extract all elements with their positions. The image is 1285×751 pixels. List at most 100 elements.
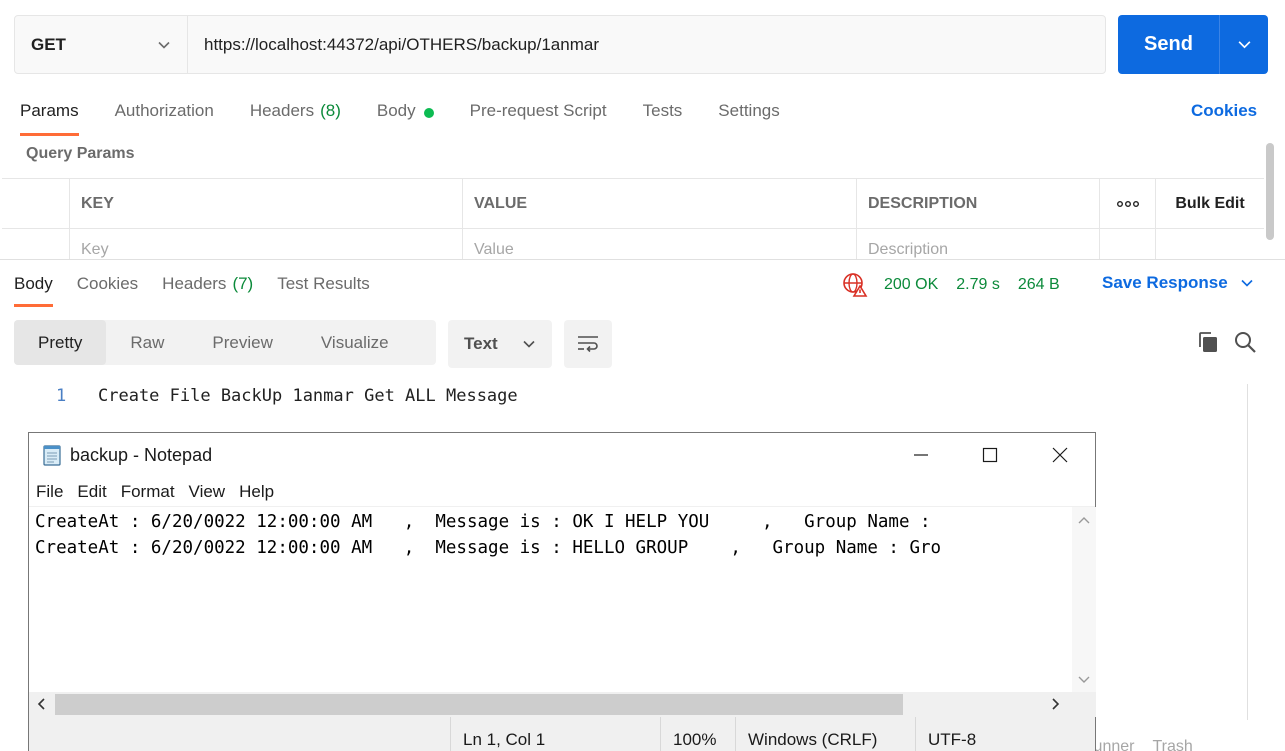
view-visualize-button[interactable]: Visualize xyxy=(297,320,413,365)
tab-test-results[interactable]: Test Results xyxy=(277,272,370,307)
response-size[interactable]: 264 B xyxy=(1018,276,1060,294)
maximize-button[interactable] xyxy=(967,433,1013,477)
response-code-line: 1 Create File BackUp 1anmar Get ALL Mess… xyxy=(56,386,518,406)
wrap-lines-icon xyxy=(578,336,598,353)
send-button[interactable]: Send xyxy=(1118,15,1220,74)
tab-tests[interactable]: Tests xyxy=(643,98,683,136)
close-button[interactable] xyxy=(1037,433,1083,477)
row-spacer xyxy=(1100,229,1156,260)
maximize-icon xyxy=(982,447,998,463)
tab-label: Body xyxy=(14,274,53,293)
response-scroll-track xyxy=(1247,384,1248,720)
headers-count: (8) xyxy=(320,101,341,120)
scroll-left-icon[interactable] xyxy=(36,698,48,710)
save-response-label: Save Response xyxy=(1102,273,1228,292)
description-input[interactable]: Description xyxy=(857,229,1100,260)
tab-authorization[interactable]: Authorization xyxy=(115,98,214,136)
search-icon[interactable] xyxy=(1233,330,1257,354)
request-scrollbar[interactable] xyxy=(1266,143,1274,240)
menu-view[interactable]: View xyxy=(189,482,226,502)
format-select-value: Text xyxy=(464,334,498,353)
more-horizontal-icon xyxy=(1116,200,1139,207)
method-label: GET xyxy=(31,34,66,54)
tab-headers[interactable]: Headers (8) xyxy=(250,98,341,136)
tab-pre-request-script[interactable]: Pre-request Script xyxy=(470,98,607,136)
tab-response-body[interactable]: Body xyxy=(14,272,53,307)
menu-help[interactable]: Help xyxy=(239,482,274,502)
tab-response-cookies[interactable]: Cookies xyxy=(77,272,138,307)
trash-button[interactable]: Trash xyxy=(1152,738,1192,751)
bulk-edit-button[interactable]: Bulk Edit xyxy=(1156,179,1264,228)
tab-label: Params xyxy=(20,101,79,120)
row-spacer xyxy=(1156,229,1264,260)
column-header-description: DESCRIPTION xyxy=(857,179,1100,228)
menu-edit[interactable]: Edit xyxy=(77,482,106,502)
menu-format[interactable]: Format xyxy=(121,482,175,502)
table-checkbox-column xyxy=(2,179,70,228)
pane-divider[interactable] xyxy=(0,259,1285,260)
scrollbar-corner xyxy=(1072,692,1096,717)
view-mode-toggle: Pretty Raw Preview Visualize xyxy=(14,320,436,365)
menu-file[interactable]: File xyxy=(36,482,63,502)
body-indicator-dot xyxy=(423,108,434,118)
view-pretty-button[interactable]: Pretty xyxy=(14,320,107,365)
value-input[interactable]: Value xyxy=(463,229,857,260)
save-response-button[interactable]: Save Response xyxy=(1102,273,1254,293)
tab-label: Authorization xyxy=(114,101,214,120)
notepad-vertical-scrollbar[interactable] xyxy=(1072,507,1096,692)
notepad-titlebar[interactable]: backup - Notepad xyxy=(29,433,1095,477)
tab-body[interactable]: Body xyxy=(377,98,434,136)
response-time[interactable]: 2.79 s xyxy=(956,276,1000,294)
tab-params[interactable]: Params xyxy=(20,98,79,136)
scroll-right-icon[interactable] xyxy=(1049,698,1061,710)
tab-settings[interactable]: Settings xyxy=(718,98,779,136)
scroll-down-icon[interactable] xyxy=(1078,673,1090,685)
status-zoom: 100% xyxy=(660,717,735,751)
tab-label: Settings xyxy=(718,101,780,120)
close-icon xyxy=(1052,447,1068,463)
tab-label: Headers xyxy=(249,101,315,120)
globe-warning-icon[interactable] xyxy=(842,272,868,298)
bottom-status-bar: Runner Trash xyxy=(1082,738,1211,751)
notepad-menubar: File Edit Format View Help xyxy=(29,477,1095,507)
text-line: CreateAt : 6/20/0022 12:00:00 AM , Messa… xyxy=(35,512,942,532)
response-tabs: Body Cookies Headers (7) Test Results xyxy=(14,272,394,307)
notepad-text-area[interactable]: CreateAt : 6/20/0022 12:00:00 AM , Messa… xyxy=(29,507,1072,691)
key-input[interactable]: Key xyxy=(70,229,463,260)
horizontal-scroll-thumb[interactable] xyxy=(55,694,903,715)
request-bar: GET https://localhost:44372/api/OTHERS/b… xyxy=(14,15,1106,74)
query-params-title: Query Params xyxy=(26,145,135,162)
view-preview-button[interactable]: Preview xyxy=(188,320,296,365)
send-options-button[interactable] xyxy=(1220,15,1268,74)
tab-response-headers[interactable]: Headers (7) xyxy=(162,272,253,307)
chevron-down-icon xyxy=(1238,41,1250,49)
chevron-down-icon xyxy=(158,41,170,49)
format-select[interactable]: Text xyxy=(448,320,552,368)
minimize-icon xyxy=(914,454,928,456)
minimize-button[interactable] xyxy=(898,433,944,477)
request-tabs: Params Authorization Headers (8) Body Pre… xyxy=(20,98,816,138)
tab-label: Cookies xyxy=(76,274,139,293)
response-body-text[interactable]: Create File BackUp 1anmar Get ALL Messag… xyxy=(98,386,518,406)
column-header-key: KEY xyxy=(70,179,463,228)
url-input[interactable]: https://localhost:44372/api/OTHERS/backu… xyxy=(188,16,1105,73)
copy-icon[interactable] xyxy=(1196,330,1220,354)
method-select[interactable]: GET xyxy=(15,16,188,73)
wrap-lines-button[interactable] xyxy=(564,320,612,368)
notepad-title: backup - Notepad xyxy=(70,444,213,465)
table-header-row: KEY VALUE DESCRIPTION Bulk Edit xyxy=(2,179,1264,229)
scroll-up-icon[interactable] xyxy=(1078,515,1090,527)
status-code[interactable]: 200 OK xyxy=(884,276,938,294)
row-checkbox-cell xyxy=(2,229,70,260)
notepad-window: backup - Notepad File Edit Format View H… xyxy=(28,432,1096,751)
view-raw-button[interactable]: Raw xyxy=(106,320,188,365)
tab-label: Test Results xyxy=(277,274,370,293)
tab-label: Headers xyxy=(162,274,227,293)
chevron-down-icon xyxy=(1241,279,1253,287)
more-options-button[interactable] xyxy=(1100,179,1156,228)
headers-count: (7) xyxy=(232,274,254,293)
notepad-horizontal-scrollbar[interactable] xyxy=(29,692,1072,717)
status-cursor-position: Ln 1, Col 1 xyxy=(450,717,660,751)
table-row: Key Value Description xyxy=(2,229,1264,260)
cookies-link[interactable]: Cookies xyxy=(1191,101,1257,121)
